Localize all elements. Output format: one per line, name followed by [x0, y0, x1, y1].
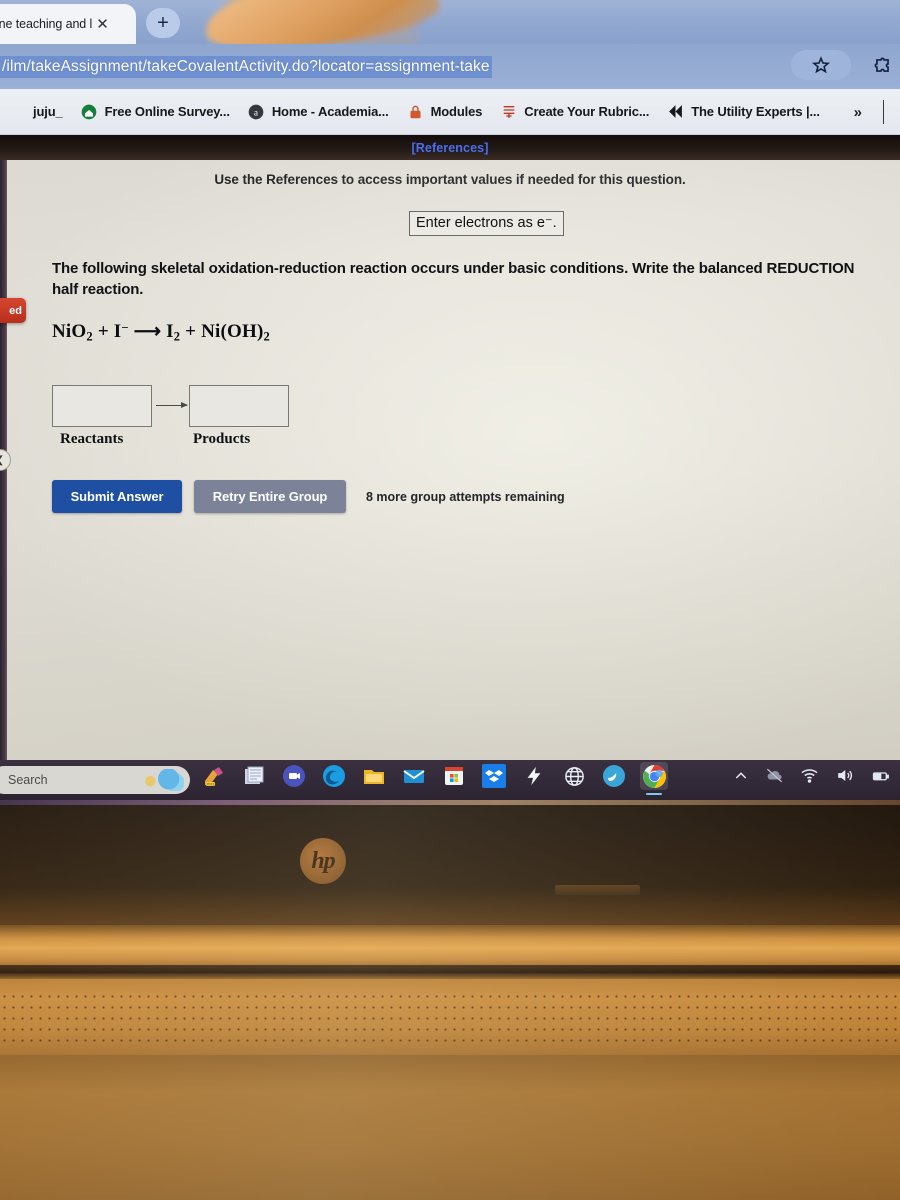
green-circle-icon — [81, 103, 98, 120]
bookmark-label: Free Online Survey... — [104, 104, 230, 119]
reactants-label: Reactants — [60, 431, 124, 447]
reaction-arrow-icon — [156, 401, 188, 408]
browser-tabstrip: ine teaching and l ✕ + — [0, 0, 900, 152]
bookmark-item-modules[interactable]: Modules — [398, 89, 492, 135]
search-input[interactable]: Search — [0, 766, 190, 794]
equation-reactant-1: NiO2 — [52, 321, 93, 344]
system-tray — [733, 766, 892, 790]
assignment-page: Use the References to access important v… — [0, 160, 900, 760]
tab-title: ine teaching and l — [0, 17, 93, 31]
show-hidden-icons-chevron[interactable] — [733, 768, 749, 789]
retry-entire-group-button[interactable]: Retry Entire Group — [194, 480, 346, 513]
omnibox-actions — [791, 50, 892, 80]
battery-icon[interactable] — [870, 767, 892, 790]
equation-plus-2: + — [185, 321, 197, 342]
volume-icon[interactable] — [835, 766, 854, 790]
rubric-icon — [500, 103, 517, 120]
bezel-label-strip — [555, 885, 640, 895]
chemical-equation: NiO2 + I− ⟶ I2 + Ni(OH)2 — [52, 320, 270, 345]
equation-arrow: ⟶ — [133, 321, 162, 342]
references-link[interactable]: [References] — [412, 141, 489, 155]
half-reaction-entry: Reactants Products — [52, 385, 392, 447]
keyboard-deck: f5f6🔇f7◂−f8◂+f9|◂◂f10▸||f11▸▸|f12✈insert… — [0, 1055, 900, 1200]
bookmark-label: Modules — [430, 104, 483, 119]
microsoft-store-icon[interactable] — [440, 762, 468, 790]
divider — [883, 100, 884, 124]
action-buttons: Submit Answer Retry Entire Group 8 more … — [52, 480, 565, 513]
reactants-input[interactable] — [52, 385, 152, 427]
bookmark-item-create-your-rubric[interactable]: Create Your Rubric... — [491, 89, 658, 135]
products-input[interactable] — [189, 385, 289, 427]
attempts-remaining-text: 8 more group attempts remaining — [366, 489, 565, 504]
submit-answer-button[interactable]: Submit Answer — [52, 480, 182, 513]
enter-electrons-note: Enter electrons as e⁻. — [409, 211, 564, 236]
laptop-bezel — [0, 800, 900, 925]
bookmarks-bar: juju_ Free Online Survey... a Home - Aca… — [0, 89, 900, 135]
bookmark-label: Home - Academia... — [271, 104, 389, 119]
taskbar-apps: PR3 — [200, 762, 668, 795]
question-text: The following skeletal oxidation-reducti… — [52, 258, 882, 301]
star-icon[interactable] — [791, 50, 851, 80]
speaker-grille — [0, 973, 900, 1055]
bookmark-label: juju_ — [33, 104, 63, 119]
bookmark-item-utility-experts[interactable]: The Utility Experts |... — [658, 89, 829, 135]
search-illustration-icon — [136, 769, 184, 791]
browser-tab[interactable]: ine teaching and l ✕ — [0, 4, 136, 44]
question-text-part1: The following skeletal oxidation-reducti… — [52, 260, 767, 277]
equation-plus-1: + — [97, 321, 109, 342]
laptop-hinge — [0, 925, 900, 973]
mail-icon[interactable] — [400, 762, 428, 790]
feedback-tab[interactable]: ed — [0, 298, 26, 323]
equation-product-1: I2 — [166, 321, 181, 344]
bookmark-label: The Utility Experts |... — [691, 104, 820, 119]
teams-icon[interactable] — [280, 762, 308, 790]
address-bar[interactable]: /ilm/takeAssignment/takeCovalentActivity… — [0, 52, 790, 82]
wifi-icon[interactable] — [800, 766, 819, 790]
hp-logo: hp — [300, 838, 346, 884]
double-chevron-icon — [667, 103, 684, 120]
equation-reactant-2: I− — [113, 320, 129, 342]
bookmark-item-home-academia[interactable]: a Home - Academia... — [239, 89, 398, 135]
bookmark-icon — [9, 103, 26, 120]
equation-product-2: Ni(OH)2 — [201, 321, 271, 344]
file-explorer-icon[interactable] — [360, 762, 388, 790]
close-icon[interactable]: ✕ — [96, 17, 109, 32]
products-label: Products — [193, 431, 251, 447]
dropbox-icon[interactable] — [480, 762, 508, 790]
extensions-puzzle-icon[interactable] — [873, 56, 892, 75]
lock-icon — [407, 103, 424, 120]
references-hint-text: Use the References to access important v… — [214, 172, 686, 187]
onedrive-offline-icon[interactable] — [765, 766, 784, 790]
paint-3d-icon[interactable]: PR3 — [200, 762, 228, 790]
windows-news-icon[interactable] — [240, 762, 268, 790]
laptop-screen: ine teaching and l ✕ + /ilm/takeAssignme… — [0, 0, 900, 800]
bookmark-item-free-online-survey[interactable]: Free Online Survey... — [72, 89, 239, 135]
new-tab-button[interactable]: + — [146, 8, 180, 38]
references-band: [References] — [0, 135, 900, 160]
svg-text:PR3: PR3 — [207, 782, 216, 787]
globe-icon[interactable] — [560, 762, 588, 790]
academia-icon: a — [248, 103, 265, 120]
url-text: /ilm/takeAssignment/takeCovalentActivity… — [0, 56, 492, 78]
lightning-icon[interactable] — [520, 762, 548, 790]
bookmark-label: Create Your Rubric... — [524, 104, 650, 119]
chrome-icon[interactable] — [640, 762, 668, 795]
bookmarks-overflow-button[interactable]: » — [854, 104, 862, 121]
search-placeholder: Search — [8, 773, 48, 787]
blue-bird-icon[interactable] — [600, 762, 628, 790]
bookmark-item-juju[interactable]: juju_ — [0, 89, 72, 135]
edge-icon[interactable] — [320, 762, 348, 790]
